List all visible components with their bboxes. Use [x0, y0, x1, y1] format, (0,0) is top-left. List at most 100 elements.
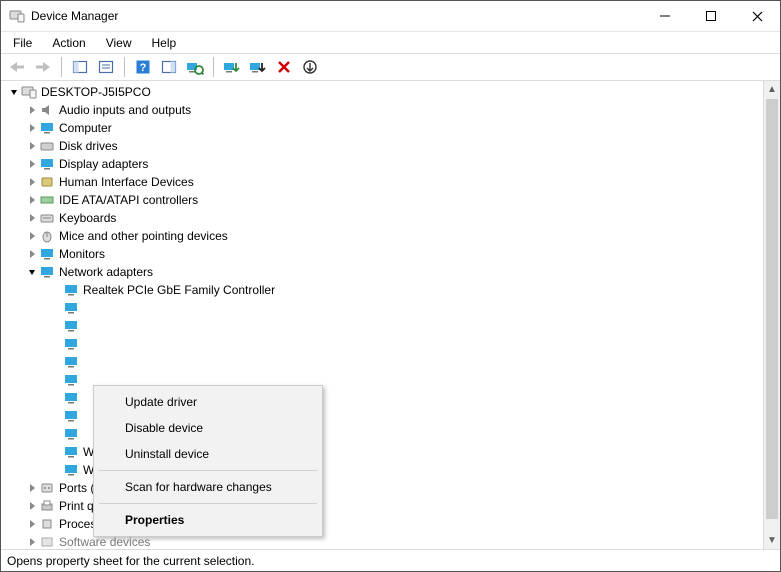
- category-label: Audio inputs and outputs: [59, 103, 191, 117]
- chevron-right-icon[interactable]: [25, 103, 39, 117]
- ctx-scan-hardware[interactable]: Scan for hardware changes: [97, 474, 319, 500]
- menu-view[interactable]: View: [98, 34, 140, 52]
- ide-icon: [39, 192, 55, 208]
- network-adapter-icon: [63, 390, 79, 406]
- ctx-separator: [99, 503, 317, 504]
- titlebar: Device Manager: [1, 1, 780, 32]
- chevron-right-icon[interactable]: [25, 481, 39, 495]
- uninstall-device-button[interactable]: [272, 56, 296, 78]
- network-adapter-icon: [63, 318, 79, 334]
- menu-help[interactable]: Help: [144, 34, 185, 52]
- status-text: Opens property sheet for the current sel…: [7, 554, 254, 568]
- network-adapter-icon: [63, 444, 79, 460]
- chevron-right-icon[interactable]: [25, 211, 39, 225]
- category-display-adapters[interactable]: Display adapters: [1, 155, 763, 173]
- chevron-right-icon[interactable]: [25, 499, 39, 513]
- update-driver-button[interactable]: [220, 56, 244, 78]
- category-label: Mice and other pointing devices: [59, 229, 228, 243]
- category-hid[interactable]: Human Interface Devices: [1, 173, 763, 191]
- chevron-right-icon[interactable]: [25, 121, 39, 135]
- action-pane-button[interactable]: [157, 56, 181, 78]
- network-adapter-icon: [63, 462, 79, 478]
- device-item[interactable]: [1, 335, 763, 353]
- forward-button[interactable]: [31, 56, 55, 78]
- category-label: Human Interface Devices: [59, 175, 194, 189]
- scroll-up-button[interactable]: ▲: [764, 81, 780, 98]
- chevron-right-icon[interactable]: [25, 517, 39, 531]
- ctx-update-driver[interactable]: Update driver: [97, 389, 319, 415]
- scroll-thumb[interactable]: [766, 99, 778, 519]
- category-label: IDE ATA/ATAPI controllers: [59, 193, 198, 207]
- back-button[interactable]: [5, 56, 29, 78]
- category-label: Network adapters: [59, 265, 153, 279]
- chevron-right-icon[interactable]: [25, 229, 39, 243]
- mouse-icon: [39, 228, 55, 244]
- disable-device-button[interactable]: [246, 56, 270, 78]
- chevron-right-icon[interactable]: [25, 139, 39, 153]
- menubar: File Action View Help: [1, 32, 780, 53]
- device-item[interactable]: [1, 353, 763, 371]
- category-label: Display adapters: [59, 157, 148, 171]
- scroll-down-button[interactable]: ▼: [764, 532, 780, 549]
- category-computer[interactable]: Computer: [1, 119, 763, 137]
- software-icon: [39, 534, 55, 549]
- category-label: Computer: [59, 121, 112, 135]
- keyboard-icon: [39, 210, 55, 226]
- maximize-button[interactable]: [688, 1, 734, 31]
- category-audio[interactable]: Audio inputs and outputs: [1, 101, 763, 119]
- printer-icon: [39, 498, 55, 514]
- chevron-down-icon[interactable]: [7, 85, 21, 99]
- properties-button[interactable]: [94, 56, 118, 78]
- category-label: Disk drives: [59, 139, 118, 153]
- tree-root[interactable]: DESKTOP-J5I5PCO: [1, 83, 763, 101]
- ctx-properties[interactable]: Properties: [97, 507, 319, 533]
- chevron-right-icon[interactable]: [25, 535, 39, 549]
- chevron-right-icon[interactable]: [25, 157, 39, 171]
- chevron-right-icon[interactable]: [25, 175, 39, 189]
- ctx-disable-device[interactable]: Disable device: [97, 415, 319, 441]
- toolbar: ?: [1, 53, 780, 81]
- network-adapter-icon: [63, 282, 79, 298]
- chevron-down-icon[interactable]: [25, 265, 39, 279]
- category-keyboards[interactable]: Keyboards: [1, 209, 763, 227]
- menu-file[interactable]: File: [5, 34, 40, 52]
- close-button[interactable]: [734, 1, 780, 31]
- network-icon: [39, 264, 55, 280]
- drive-icon: [39, 138, 55, 154]
- hid-icon: [39, 174, 55, 190]
- category-label: Monitors: [59, 247, 105, 261]
- scan-hardware-button[interactable]: [183, 56, 207, 78]
- network-adapter-icon: [63, 372, 79, 388]
- speaker-icon: [39, 102, 55, 118]
- window-title: Device Manager: [31, 9, 118, 23]
- category-mice[interactable]: Mice and other pointing devices: [1, 227, 763, 245]
- minimize-button[interactable]: [642, 1, 688, 31]
- menu-action[interactable]: Action: [44, 34, 93, 52]
- category-network-adapters[interactable]: Network adapters: [1, 263, 763, 281]
- monitor-icon: [39, 246, 55, 262]
- show-hide-console-tree-button[interactable]: [68, 56, 92, 78]
- chevron-right-icon[interactable]: [25, 193, 39, 207]
- app-icon: [9, 8, 25, 24]
- device-item[interactable]: [1, 317, 763, 335]
- category-disk-drives[interactable]: Disk drives: [1, 137, 763, 155]
- window: Device Manager File Action View Help: [0, 0, 781, 572]
- network-adapter-icon: [63, 300, 79, 316]
- vertical-scrollbar[interactable]: ▲ ▼: [763, 81, 780, 549]
- device-item[interactable]: Realtek PCIe GbE Family Controller: [1, 281, 763, 299]
- device-item[interactable]: [1, 299, 763, 317]
- category-ide[interactable]: IDE ATA/ATAPI controllers: [1, 191, 763, 209]
- help-button[interactable]: ?: [131, 56, 155, 78]
- ctx-uninstall-device[interactable]: Uninstall device: [97, 441, 319, 467]
- cpu-icon: [39, 516, 55, 532]
- category-monitors[interactable]: Monitors: [1, 245, 763, 263]
- device-label: Realtek PCIe GbE Family Controller: [83, 283, 275, 297]
- network-adapter-icon: [63, 354, 79, 370]
- device-tree[interactable]: DESKTOP-J5I5PCO Audio inputs and outputs…: [1, 81, 763, 549]
- category-label: Software devices: [59, 535, 150, 549]
- device-events-button[interactable]: [298, 56, 322, 78]
- chevron-right-icon[interactable]: [25, 247, 39, 261]
- port-icon: [39, 480, 55, 496]
- computer-icon: [21, 84, 37, 100]
- context-menu: Update driver Disable device Uninstall d…: [93, 385, 323, 537]
